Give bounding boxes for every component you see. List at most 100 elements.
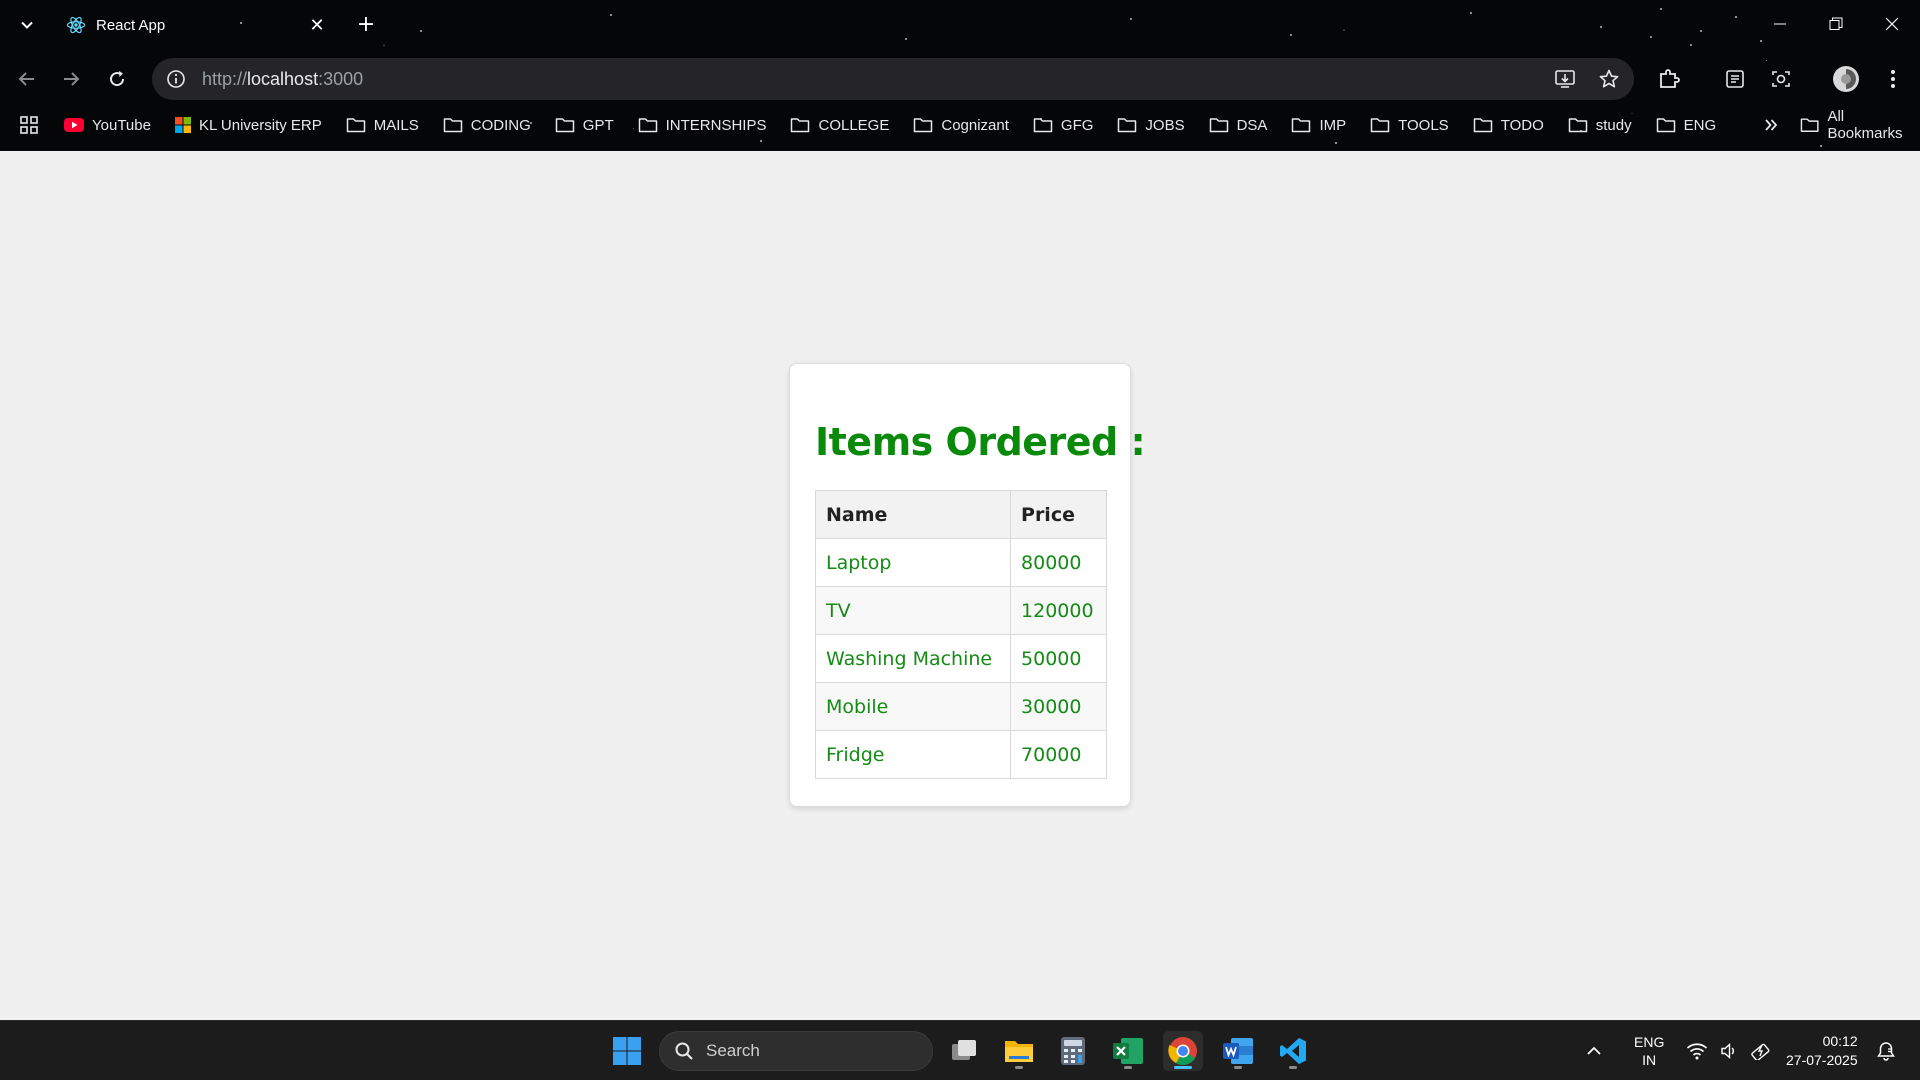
bookmark-label: COLLEGE <box>818 116 890 134</box>
vscode-button[interactable] <box>1273 1031 1313 1071</box>
address-bar[interactable]: http://localhost:3000 <box>152 58 1634 100</box>
extensions-button[interactable] <box>1654 64 1684 94</box>
word-button[interactable] <box>1218 1031 1258 1071</box>
quick-settings-button[interactable] <box>1686 1021 1772 1080</box>
all-bookmarks-label: All Bookmarks <box>1827 108 1903 142</box>
bookmark-mails[interactable]: MAILS <box>346 117 419 134</box>
back-button[interactable] <box>12 64 42 94</box>
site-info-button[interactable] <box>164 67 188 91</box>
tab-react-app[interactable]: React App ✕ <box>56 6 338 44</box>
bookmark-label: TOOLS <box>1398 116 1449 134</box>
reload-icon <box>110 71 125 87</box>
chrome-icon <box>1168 1037 1197 1065</box>
bookmark-label: JOBS <box>1145 116 1185 134</box>
language-code: ENG <box>1634 1034 1665 1050</box>
bookmark-label: GPT <box>582 116 614 134</box>
column-header-price: Price <box>1010 490 1107 539</box>
clock[interactable]: 00:12 27-07-2025 <box>1786 1021 1858 1080</box>
show-hidden-icons-button[interactable] <box>1586 1021 1602 1080</box>
chrome-button[interactable] <box>1163 1031 1203 1071</box>
restore-button[interactable] <box>1808 0 1864 48</box>
windows-icon <box>613 1037 641 1065</box>
bookmark-dsa[interactable]: DSA <box>1209 117 1267 134</box>
bookmark-gpt[interactable]: GPT <box>555 117 614 134</box>
notifications-button[interactable] <box>1876 1021 1896 1080</box>
language-indicator[interactable]: ENG IN <box>1634 1021 1664 1080</box>
arrow-right-icon <box>64 72 80 86</box>
close-tab-icon[interactable]: ✕ <box>306 14 328 36</box>
bookmark-gfg[interactable]: GFG <box>1033 116 1094 134</box>
reading-list-icon <box>1726 70 1744 88</box>
bookmark-college[interactable]: COLLEGE <box>790 117 889 134</box>
running-indicator <box>1234 1066 1242 1069</box>
camera-search-icon <box>1772 71 1790 87</box>
forward-button[interactable] <box>56 64 86 94</box>
url-text[interactable]: http://localhost:3000 <box>202 69 1552 90</box>
tab-title: React App <box>96 16 166 34</box>
bookmark-youtube[interactable]: YouTube <box>64 117 151 134</box>
bookmark-internships[interactable]: INTERNSHIPS <box>638 117 766 134</box>
chevron-up-icon <box>1587 1046 1601 1055</box>
bookmark-eng[interactable]: ENG <box>1656 117 1716 134</box>
bookmark-star-button[interactable] <box>1596 66 1622 92</box>
bookmark-coding[interactable]: CODING <box>443 117 531 134</box>
bookmark-imp[interactable]: IMP <box>1291 117 1346 134</box>
table-row: Mobile 30000 <box>814 682 1107 731</box>
notification-bell-icon <box>1877 1042 1895 1061</box>
folder-icon <box>555 118 575 133</box>
task-view-button[interactable] <box>944 1031 984 1071</box>
folder-icon <box>914 118 933 133</box>
table-header-row: Name Price <box>814 490 1107 539</box>
new-tab-button[interactable]: + <box>352 10 380 38</box>
taskbar-search[interactable]: Search <box>659 1031 933 1071</box>
url-port: :3000 <box>318 68 364 89</box>
star-icon <box>1599 69 1619 88</box>
more-bookmarks-button[interactable] <box>1764 118 1778 132</box>
bookmark-label: GFG <box>1060 116 1094 134</box>
profile-button[interactable] <box>1831 64 1861 94</box>
item-price: 70000 <box>1010 730 1107 779</box>
install-icon <box>1555 70 1575 88</box>
folder-icon <box>1209 118 1228 133</box>
bookmark-kl-university-erp[interactable]: KL University ERP <box>174 117 322 134</box>
url-host: localhost <box>247 68 319 89</box>
install-app-button[interactable] <box>1552 66 1578 92</box>
volume-icon <box>1721 1042 1734 1060</box>
item-name: Washing Machine <box>814 634 1012 683</box>
bookmark-study[interactable]: study <box>1568 117 1632 134</box>
apps-button[interactable] <box>20 116 38 134</box>
bookmark-cognizant[interactable]: Cognizant <box>913 117 1009 134</box>
start-button[interactable] <box>607 1031 647 1071</box>
double-chevron-right-icon <box>1765 119 1778 131</box>
lens-button[interactable] <box>1766 64 1796 94</box>
react-icon <box>66 16 86 34</box>
reading-list-button[interactable] <box>1720 64 1750 94</box>
bookmark-tools[interactable]: TOOLS <box>1370 117 1449 134</box>
bookmark-label: Cognizant <box>941 116 1009 134</box>
window-controls <box>1752 0 1920 48</box>
bookmark-jobs[interactable]: JOBS <box>1117 116 1185 134</box>
bookmark-label: IMP <box>1319 116 1347 134</box>
restore-icon <box>1829 17 1843 30</box>
menu-button[interactable] <box>1878 64 1908 94</box>
search-icon <box>675 1042 693 1060</box>
running-indicator <box>1289 1066 1297 1069</box>
table-row: Washing Machine 50000 <box>814 634 1107 683</box>
calculator-button[interactable] <box>1053 1031 1093 1071</box>
item-price: 30000 <box>1010 682 1107 731</box>
file-explorer-button[interactable] <box>999 1031 1039 1071</box>
minimize-button[interactable] <box>1752 0 1808 48</box>
tab-search-button[interactable] <box>14 12 40 38</box>
excel-button[interactable] <box>1108 1031 1148 1071</box>
taskbar: Search ENG IN 00:12 27-07-2025 <box>0 1020 1920 1080</box>
folder-icon <box>791 118 810 133</box>
clock-time: 00:12 <box>1822 1033 1858 1049</box>
reload-button[interactable] <box>102 64 132 94</box>
all-bookmarks-button[interactable]: All Bookmarks <box>1800 108 1920 142</box>
close-window-button[interactable] <box>1864 0 1920 48</box>
arrow-left-icon <box>18 72 34 86</box>
folder-icon <box>1800 118 1819 133</box>
bookmark-todo[interactable]: TODO <box>1473 117 1544 134</box>
avatar <box>1833 66 1859 92</box>
excel-icon <box>1113 1038 1143 1064</box>
